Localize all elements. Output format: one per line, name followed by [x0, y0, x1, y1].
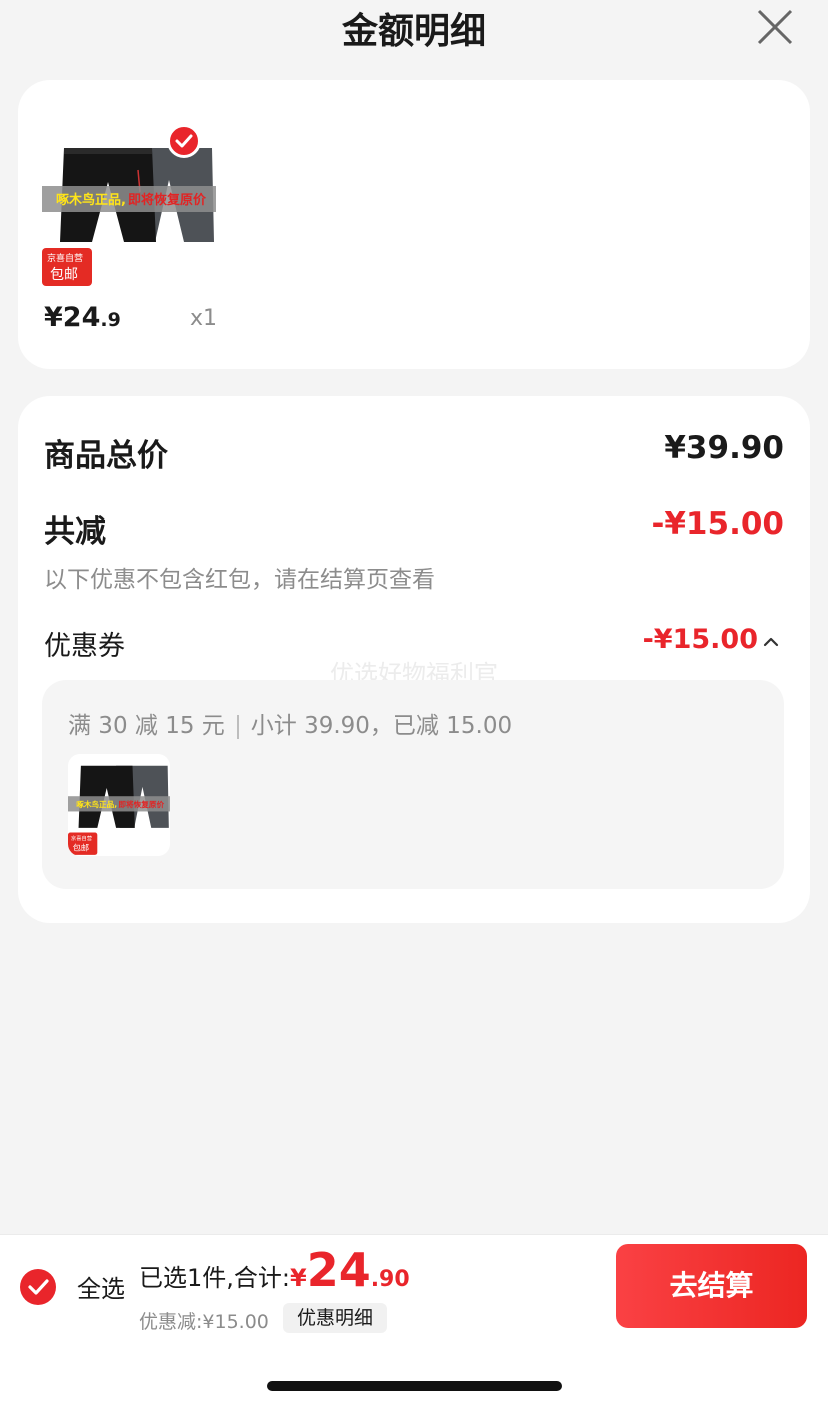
- svg-text:即将恢复原价: 即将恢复原价: [118, 799, 164, 809]
- discount-detail-button[interactable]: 优惠明细: [283, 1303, 388, 1333]
- discount-note: 以下优惠不包含红包，请在结算页查看: [44, 567, 435, 593]
- safe-area: [0, 1334, 828, 1408]
- coupon-product-image[interactable]: 啄木鸟正品, 即将恢复原价 京喜自营 包邮: [68, 754, 170, 856]
- discount-amount-text: 优惠减:¥15.00: [139, 1311, 269, 1333]
- select-all-check-icon[interactable]: [20, 1269, 56, 1305]
- item-price: ¥24.9: [44, 302, 121, 333]
- coupon-value[interactable]: -¥15.00: [643, 624, 758, 655]
- total-amount-int: 24: [306, 1243, 371, 1297]
- home-indicator[interactable]: [267, 1381, 562, 1391]
- shorts-thumb-image: 啄木鸟正品, 即将恢复原价 京喜自营 包邮: [68, 765, 170, 855]
- header: 金额明细: [0, 0, 828, 56]
- coupon-subtotal: 小计 39.90，已减 15.00: [250, 713, 513, 739]
- total-price-value: ¥39.90: [664, 430, 784, 466]
- amount-detail-card: 商品总价 ¥39.90 共减 -¥15.00 以下优惠不包含红包，请在结算页查看…: [18, 396, 810, 923]
- total-amount-dec: .90: [370, 1267, 410, 1292]
- checkout-bar: 全选 已选1件,合计:¥24.90 优惠减:¥15.00 优惠明细 去结算: [0, 1234, 828, 1335]
- total-summary: 已选1件,合计:¥24.90: [139, 1243, 410, 1297]
- selected-count-text: 已选1件,合计:: [139, 1264, 290, 1292]
- select-all-label[interactable]: 全选: [77, 1269, 125, 1304]
- coupon-detail-box: 满 30 减 15 元小计 39.90，已减 15.00 啄木鸟正品, 即将恢复…: [42, 680, 784, 889]
- total-currency: ¥: [289, 1264, 307, 1292]
- checkout-button[interactable]: 去结算: [616, 1244, 807, 1328]
- svg-text:啄木鸟正品,: 啄木鸟正品,: [76, 799, 117, 809]
- chevron-up-icon[interactable]: [762, 634, 780, 648]
- goods-card: 啄木鸟正品, 即将恢复原价 京喜自营 包邮 ¥24.9 x1: [18, 80, 810, 369]
- svg-text:即将恢复原价: 即将恢复原价: [128, 192, 207, 208]
- svg-text:包邮: 包邮: [50, 267, 78, 283]
- item-quantity: x1: [190, 306, 218, 331]
- svg-text:包邮: 包邮: [73, 843, 89, 853]
- item-check-icon[interactable]: [167, 124, 201, 158]
- total-price-label: 商品总价: [44, 438, 168, 474]
- total-reduce-label: 共减: [44, 514, 106, 550]
- total-reduce-value: -¥15.00: [651, 506, 785, 542]
- banner-text: 啄木鸟正品,: [56, 192, 126, 208]
- page-title: 金额明细: [341, 11, 486, 52]
- coupon-condition: 满 30 减 15 元: [68, 713, 225, 739]
- coupon-description: 满 30 减 15 元小计 39.90，已减 15.00: [68, 706, 512, 740]
- divider: [236, 714, 239, 739]
- close-icon[interactable]: [756, 8, 794, 46]
- svg-text:京喜自营: 京喜自营: [47, 252, 83, 264]
